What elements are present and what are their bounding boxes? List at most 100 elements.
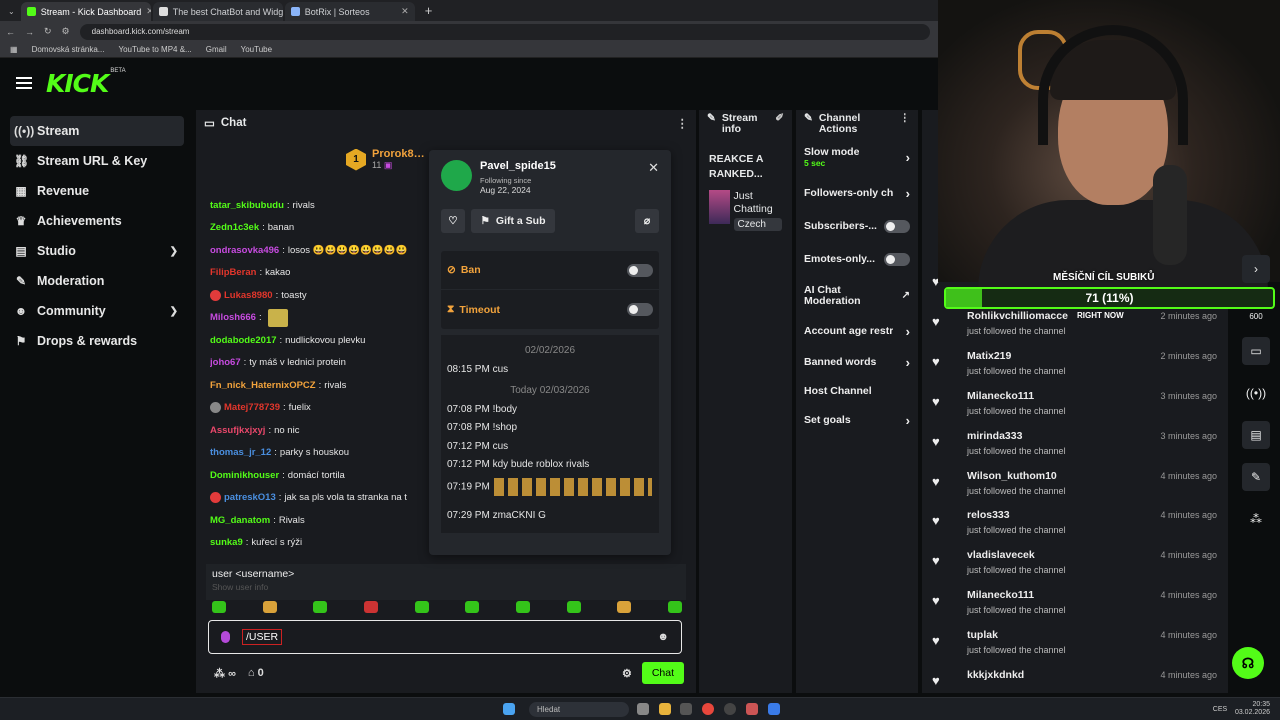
store-icon[interactable]: [680, 703, 692, 715]
reload-icon[interactable]: ↻: [44, 26, 52, 37]
chat-icon[interactable]: ▭: [1242, 337, 1270, 365]
chevron-icon[interactable]: ›: [1242, 255, 1270, 283]
more-options-icon[interactable]: ⋮: [677, 116, 689, 130]
channel-action-item[interactable]: Emotes-only...: [796, 243, 918, 276]
pinned-supporter[interactable]: 1 Prorok8… 11 ▣: [346, 148, 425, 171]
timeout-toggle[interactable]: [627, 303, 653, 316]
store-icon[interactable]: ⌂ 0: [248, 667, 264, 679]
chat-username[interactable]: Assufjkxjxyj: [210, 425, 265, 436]
chat-message[interactable]: Zedn1c3ek: banan: [210, 217, 440, 240]
emote-icon[interactable]: [566, 601, 581, 613]
emote-icon[interactable]: [465, 601, 480, 613]
activity-item[interactable]: ♥ vladislavecek just followed the channel 4…: [932, 549, 1222, 589]
chat-message[interactable]: sunka9: kuřecí s rýži: [210, 532, 440, 555]
wrench-icon[interactable]: ✎: [1242, 463, 1270, 491]
url-field[interactable]: dashboard.kick.com/stream: [79, 23, 930, 40]
file-explorer-icon[interactable]: [659, 703, 671, 715]
chat-message[interactable]: Dominikhouser: domácí tortila: [210, 464, 440, 487]
activity-item[interactable]: ♥ Milanecko111 just followed the channel 4 …: [932, 589, 1222, 629]
channel-action-item[interactable]: AI Chat Moderation ↗: [796, 276, 918, 315]
stream-category[interactable]: Just Chatting Czech: [699, 182, 792, 239]
timeout-row[interactable]: ⧗ Timeout: [441, 290, 659, 329]
close-tab-icon[interactable]: ✕: [401, 6, 409, 17]
emote-icon[interactable]: [667, 601, 682, 613]
channel-action-item[interactable]: Slow mode 5 sec ›: [796, 138, 918, 177]
chat-message[interactable]: Assufjkxjxyj: no nic: [210, 419, 440, 442]
chat-message-list[interactable]: tatar_skibubudu: rivals Zedn1c3ek: banan ond…: [210, 194, 440, 554]
user-message-history[interactable]: 02/02/2026 08:15 PM cus Today 02/03/2026 07…: [441, 335, 659, 533]
ban-toggle[interactable]: [627, 263, 653, 277]
chat-message[interactable]: FilipBeran: kakao: [210, 262, 440, 285]
chat-username[interactable]: MG_danatom: [210, 515, 270, 526]
chat-message[interactable]: Matej778739: fuelix: [210, 397, 440, 420]
chat-username[interactable]: dodabode2017: [210, 335, 277, 346]
ban-row[interactable]: ⊘ Ban: [441, 251, 659, 290]
sidebar-item-revenue[interactable]: ▦ Revenue: [10, 176, 184, 206]
activity-item[interactable]: ♥ Matix219 just followed the channel 2 minu…: [932, 350, 1222, 390]
activity-item[interactable]: ♥ Wilson_kuthom10 just followed the channe…: [932, 470, 1222, 510]
gift-sub-button[interactable]: ⚑ Gift a Sub: [471, 209, 555, 233]
browser-tab-botrix[interactable]: BotRix | Sorteos ✕: [284, 2, 415, 21]
chat-message[interactable]: dodabode2017: nudlickovou plevku: [210, 329, 440, 352]
chat-message[interactable]: Milosh666:: [210, 307, 440, 330]
channel-action-toggle[interactable]: [884, 220, 910, 233]
emote-icon[interactable]: [313, 601, 328, 613]
kick-logo[interactable]: KICK: [46, 69, 109, 98]
support-button[interactable]: ☊: [1232, 647, 1264, 679]
chat-username[interactable]: thomas_jr_12: [210, 447, 271, 458]
app-icon[interactable]: [746, 703, 758, 715]
bookmark-item[interactable]: Gmail: [206, 45, 227, 54]
group-icon[interactable]: ⁂: [1242, 505, 1270, 533]
chat-message[interactable]: ondrasovka496: losos 😃😃😃😃😃😃😃😃: [210, 239, 440, 262]
emote-icon[interactable]: [515, 601, 530, 613]
channel-action-toggle[interactable]: [884, 253, 910, 266]
system-tray[interactable]: CES 20:35 03.02.2026: [1213, 701, 1270, 717]
channel-action-item[interactable]: Banned words ›: [796, 348, 918, 377]
channel-action-item[interactable]: Followers-only ch ›: [796, 177, 918, 210]
chat-message[interactable]: Fn_nick_HaternixOPCZ: rivals: [210, 374, 440, 397]
chat-username[interactable]: Matej778739: [224, 402, 280, 413]
chat-input-box[interactable]: ☻: [208, 620, 682, 654]
sidebar-item-stream[interactable]: ((•)) Stream: [10, 116, 184, 146]
menu-icon[interactable]: [16, 77, 32, 89]
chat-username[interactable]: Fn_nick_HaternixOPCZ: [210, 380, 316, 391]
emote-icon[interactable]: [414, 601, 429, 613]
chat-message[interactable]: patreskO13: jak sa pls vola ta stranka na…: [210, 487, 440, 510]
taskbar-search[interactable]: Hledat: [529, 702, 629, 717]
browser-tab-chatbot[interactable]: The best ChatBot and Widgets ✕: [152, 2, 283, 21]
mute-user-button[interactable]: ⌀: [635, 209, 659, 233]
command-suggestion[interactable]: user <username> Show user info: [206, 564, 686, 600]
activity-item[interactable]: ♥ tuplak just followed the channel 4 minute…: [932, 629, 1222, 669]
windows-start-icon[interactable]: [503, 703, 515, 715]
obs-icon[interactable]: [724, 703, 736, 715]
edit-icon[interactable]: ✐: [775, 113, 784, 124]
sidebar-item-stream-url-key[interactable]: ⛓ Stream URL & Key: [10, 146, 184, 176]
chat-username[interactable]: sunka9: [210, 537, 243, 548]
chat-input[interactable]: [242, 629, 282, 645]
emote-icon[interactable]: [262, 601, 277, 613]
send-chat-button[interactable]: Chat: [641, 662, 684, 684]
sidebar-item-drops-rewards[interactable]: ⚑ Drops & rewards: [10, 326, 184, 356]
channel-action-item[interactable]: Subscribers-...: [796, 210, 918, 243]
forward-arrow-icon[interactable]: →: [25, 27, 34, 37]
tab-search-icon[interactable]: ⌄: [4, 7, 19, 21]
activity-item[interactable]: ♥ mirinda333 just followed the channel 3 mi…: [932, 430, 1222, 470]
sidebar-item-achievements[interactable]: ♛ Achievements: [10, 206, 184, 236]
chat-message[interactable]: MG_danatom: Rivals: [210, 509, 440, 532]
bookmark-item[interactable]: YouTube: [241, 45, 272, 54]
points-icon[interactable]: ⁂ ∞: [214, 667, 236, 680]
task-view-icon[interactable]: [637, 703, 649, 715]
app-icon[interactable]: [768, 703, 780, 715]
new-tab-button[interactable]: +: [417, 3, 441, 21]
chat-message[interactable]: tatar_skibubudu: rivals: [210, 194, 440, 217]
chat-username[interactable]: FilipBeran: [210, 267, 256, 278]
chat-username[interactable]: Milosh666: [210, 312, 256, 323]
chat-username[interactable]: patreskO13: [224, 492, 276, 503]
bookmark-item[interactable]: Domovská stránka...: [32, 45, 105, 54]
emote-icon[interactable]: [212, 601, 226, 613]
site-info-icon[interactable]: ⚙: [62, 26, 70, 37]
channel-action-item[interactable]: Account age restr ›: [796, 315, 918, 348]
microphone-icon[interactable]: [221, 631, 230, 643]
popup-username[interactable]: Pavel_spide15: [480, 160, 556, 172]
chat-message[interactable]: joho67: ty máš v lednici protein: [210, 352, 440, 375]
